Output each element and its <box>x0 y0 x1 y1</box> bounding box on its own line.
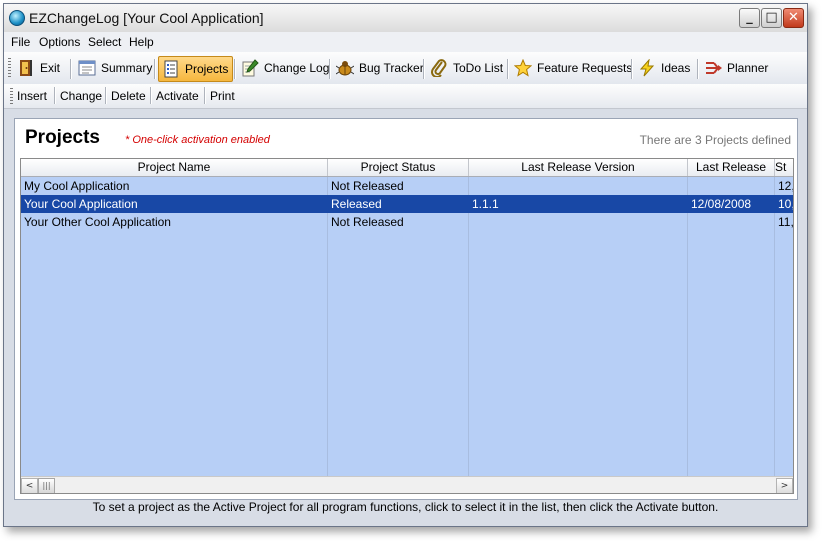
window-title: EZChangeLog [Your Cool Application] <box>29 10 264 26</box>
cell-project-name: My Cool Application <box>24 179 130 193</box>
scroll-thumb[interactable]: ||| <box>38 478 55 493</box>
exit-label: Exit <box>40 61 61 75</box>
menu-select[interactable]: Select <box>88 35 121 49</box>
project-count: There are 3 Projects defined <box>639 133 791 147</box>
flow-arrows-icon <box>706 62 722 74</box>
cell-project-status: Released <box>331 197 382 211</box>
column-header-project-name[interactable]: Project Name <box>21 159 328 176</box>
page-title: Projects <box>25 127 100 148</box>
cell-last-release <box>688 177 773 195</box>
app-logo-icon <box>9 10 25 26</box>
cell-start: 11, <box>778 215 793 229</box>
toolbar-separator <box>697 59 699 79</box>
cell-last-release: 12/08/2008 <box>691 197 752 211</box>
bug-tracker-button[interactable]: Bug Tracker <box>333 56 424 80</box>
change-log-button[interactable]: Change Log <box>238 56 329 80</box>
help-text: To set a project as the Active Project f… <box>92 500 719 514</box>
cell-project-name: Your Cool Application <box>24 197 138 211</box>
table-row[interactable]: My Cool Application Not Released 12, <box>21 177 793 195</box>
grid-body: My Cool Application Not Released 12, You… <box>21 177 793 476</box>
exit-button[interactable]: Exit <box>14 56 60 80</box>
cell-project-status: Not Released <box>331 179 404 193</box>
cell-last-release-version <box>469 213 686 231</box>
toolbar-separator <box>70 59 72 79</box>
activation-note: * One-click activation enabled <box>125 134 270 146</box>
toolbar-separator <box>150 87 152 104</box>
toolbar-separator <box>423 59 425 79</box>
activate-button[interactable]: Activate <box>156 89 199 103</box>
projects-label: Projects <box>185 62 229 76</box>
print-button[interactable]: Print <box>210 89 235 103</box>
bug-icon <box>336 61 354 76</box>
table-row-selected[interactable]: Your Cool Application Released 1.1.1 12/… <box>21 195 793 213</box>
close-button[interactable]: ✕ <box>783 8 804 28</box>
maximize-button[interactable]: □ <box>761 8 782 28</box>
planner-button[interactable]: Planner <box>701 56 768 80</box>
projects-button[interactable]: Projects <box>158 56 234 82</box>
cell-start: 10, <box>778 197 793 211</box>
delete-button[interactable]: Delete <box>111 89 146 103</box>
toolbar-separator <box>631 59 633 79</box>
bug-tracker-label: Bug Tracker <box>359 61 424 75</box>
feature-requests-label: Feature Requests <box>537 61 633 75</box>
horizontal-scrollbar[interactable]: < ||| > <box>21 476 793 493</box>
projects-list-icon <box>164 60 178 78</box>
menu-options[interactable]: Options <box>39 35 80 49</box>
menu-help[interactable]: Help <box>129 35 154 49</box>
todo-list-label: ToDo List <box>453 61 504 75</box>
cell-last-release-version <box>469 177 686 195</box>
toolbar-grip[interactable] <box>10 88 13 104</box>
toolbar-separator <box>204 87 206 104</box>
toolbar-separator <box>154 59 156 79</box>
application-window: EZChangeLog [Your Cool Application] _ □ … <box>3 3 808 527</box>
exit-door-icon <box>20 60 32 76</box>
toolbar-separator <box>507 59 509 79</box>
star-icon <box>514 59 532 77</box>
lightning-icon <box>639 59 655 77</box>
toolbar-grip[interactable] <box>8 58 11 78</box>
notepad-pencil-icon <box>242 59 259 77</box>
change-button[interactable]: Change <box>60 89 102 103</box>
toolbar-separator <box>105 87 107 104</box>
title-bar[interactable]: EZChangeLog [Your Cool Application] _ □ … <box>4 4 807 33</box>
cell-project-name: Your Other Cool Application <box>24 215 171 229</box>
projects-grid[interactable]: Project Name Project Status Last Release… <box>20 158 794 494</box>
ideas-label: Ideas <box>661 61 691 75</box>
cell-last-release <box>688 213 773 231</box>
toolbar-separator <box>329 59 331 79</box>
projects-panel: Projects * One-click activation enabled … <box>14 118 798 500</box>
toolbar-separator <box>54 87 56 104</box>
menu-bar: File Options Select Help <box>4 32 807 53</box>
feature-requests-button[interactable]: Feature Requests <box>511 56 632 80</box>
toolbar-separator <box>234 59 236 79</box>
summary-window-icon <box>78 60 96 76</box>
planner-label: Planner <box>727 61 769 75</box>
menu-file[interactable]: File <box>11 35 30 49</box>
column-header-start[interactable]: St <box>775 159 793 176</box>
insert-button[interactable]: Insert <box>17 89 47 103</box>
scroll-right-button[interactable]: > <box>776 478 793 493</box>
ideas-button[interactable]: Ideas <box>635 56 690 80</box>
scroll-left-button[interactable]: < <box>21 478 38 493</box>
column-header-last-release-version[interactable]: Last Release Version <box>469 159 688 176</box>
cell-start: 12, <box>778 179 793 193</box>
change-log-label: Change Log <box>264 61 330 75</box>
minimize-button[interactable]: _ <box>739 8 760 28</box>
table-row[interactable]: Your Other Cool Application Not Released… <box>21 213 793 231</box>
main-toolbar: Exit Summary Projects Change Log Bug Tra… <box>4 52 807 85</box>
column-header-last-release[interactable]: Last Release <box>688 159 775 176</box>
action-toolbar: Insert Change Delete Activate Print <box>4 84 807 109</box>
column-header-project-status[interactable]: Project Status <box>328 159 469 176</box>
summary-button[interactable]: Summary <box>75 56 152 80</box>
grid-header: Project Name Project Status Last Release… <box>21 159 793 177</box>
cell-last-release-version: 1.1.1 <box>472 197 499 211</box>
cell-project-status: Not Released <box>331 215 404 229</box>
paperclip-icon <box>431 59 447 77</box>
todo-list-button[interactable]: ToDo List <box>427 56 503 80</box>
summary-label: Summary <box>101 61 153 75</box>
